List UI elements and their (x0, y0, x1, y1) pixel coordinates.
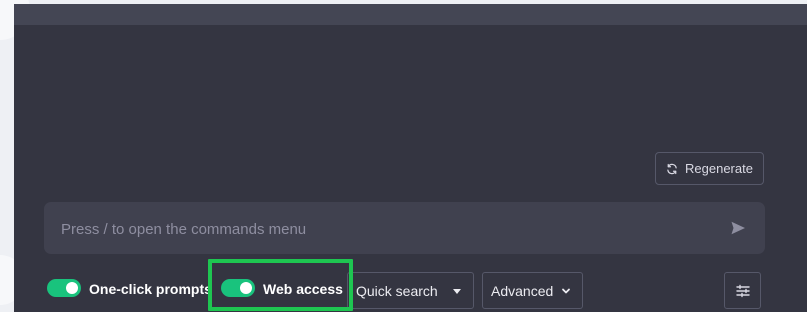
region-mode-value: Advanced (491, 282, 554, 299)
top-strip (14, 4, 807, 25)
region-mode-select[interactable]: Advanced (482, 272, 583, 309)
caret-down-icon (453, 288, 461, 294)
one-click-prompts-label: One-click prompts (89, 281, 212, 297)
refresh-icon (667, 163, 677, 174)
regenerate-button[interactable]: Regenerate (655, 152, 764, 185)
search-mode-value: Quick search (356, 282, 438, 299)
web-access-toggle[interactable] (221, 279, 255, 297)
chat-panel: Regenerate One-click prompts Web access … (14, 4, 807, 312)
one-click-prompts-toggle[interactable] (47, 279, 81, 297)
chevron-down-icon (562, 288, 570, 293)
sliders-icon (735, 284, 750, 297)
send-icon (731, 221, 745, 235)
prompt-box (44, 202, 765, 256)
regenerate-label: Regenerate (685, 161, 753, 176)
settings-button[interactable] (724, 272, 761, 309)
toggle-knob (240, 282, 252, 294)
toggle-knob (66, 282, 78, 294)
web-access-label: Web access (263, 281, 343, 297)
send-button[interactable] (728, 218, 748, 238)
search-mode-select[interactable]: Quick search (347, 272, 474, 309)
prompt-input[interactable] (59, 202, 713, 256)
options-bar: One-click prompts Web access Quick searc… (14, 272, 807, 309)
